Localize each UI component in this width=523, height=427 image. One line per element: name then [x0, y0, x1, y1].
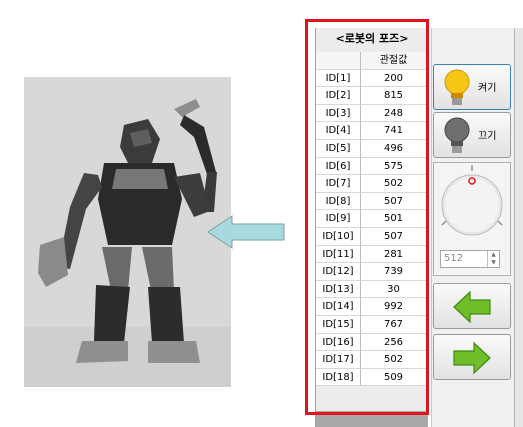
spin-arrows-icon[interactable]: ▲ ▼: [487, 251, 499, 267]
joint-value-cell[interactable]: 575: [361, 157, 427, 176]
table-row: ID[11] 281: [316, 245, 428, 264]
knob-value: 512: [444, 253, 464, 264]
lightbulb-on-icon: [444, 69, 470, 105]
joint-id: ID[4]: [316, 122, 361, 140]
lightbulb-off-icon: [444, 117, 470, 153]
joint-id: ID[5]: [316, 139, 361, 158]
joint-value-cell[interactable]: 502: [361, 351, 427, 369]
joint-value-cell[interactable]: 767: [361, 315, 427, 334]
joint-value-cell[interactable]: 30: [361, 280, 427, 299]
table-row: ID[16] 256: [316, 333, 428, 352]
joint-value-cell[interactable]: 739: [361, 263, 427, 281]
joint-id: ID[1]: [316, 69, 361, 88]
joint-value-grid: 관절값 ID[1] 200 ID[2] 815 ID[3] 248 ID[4] 741 ID[5…: [316, 52, 428, 387]
joint-value-cell[interactable]: 815: [361, 87, 427, 105]
grid-header-value: 관절값: [361, 52, 427, 70]
joint-id: ID[13]: [316, 280, 361, 299]
joint-id: ID[3]: [316, 104, 361, 123]
joint-value-cell[interactable]: 741: [361, 122, 427, 140]
joint-id: ID[18]: [316, 368, 361, 387]
table-row: ID[3] 248: [316, 104, 428, 123]
table-row: ID[4] 741: [316, 122, 428, 140]
joint-id: ID[11]: [316, 245, 361, 264]
table-row: ID[1] 200: [316, 69, 428, 88]
joint-value-cell[interactable]: 496: [361, 139, 427, 158]
table-row: ID[12] 739: [316, 263, 428, 281]
arrow-left-icon: [453, 290, 491, 324]
joint-value-cell[interactable]: 502: [361, 175, 427, 193]
pose-panel-title: <로봇의 포즈>: [335, 32, 409, 45]
grid-empty-area: [316, 411, 428, 427]
knob-value-spinbox[interactable]: 512 ▲ ▼: [440, 250, 500, 268]
joint-id: ID[7]: [316, 175, 361, 193]
table-row: ID[15] 767: [316, 315, 428, 334]
robot-pose-panel: <로봇의 포즈> 관절값 ID[1] 200 ID[2] 815 ID[3] 248 ID[…: [315, 28, 428, 427]
joint-id: ID[9]: [316, 210, 361, 228]
joint-id: ID[16]: [316, 333, 361, 352]
power-on-button[interactable]: 켜기: [433, 64, 511, 110]
table-row: ID[7] 502: [316, 175, 428, 193]
joint-id: ID[14]: [316, 298, 361, 316]
previous-pose-button[interactable]: [433, 283, 511, 329]
joint-id: ID[2]: [316, 87, 361, 105]
joint-value-cell[interactable]: 256: [361, 333, 427, 352]
joint-id: ID[17]: [316, 351, 361, 369]
table-row: ID[2] 815: [316, 87, 428, 105]
grid-header-row: 관절값: [316, 52, 428, 70]
table-row: ID[13] 30: [316, 280, 428, 299]
joint-value-cell[interactable]: 281: [361, 245, 427, 264]
joint-id: ID[8]: [316, 192, 361, 211]
joint-id: ID[15]: [316, 315, 361, 334]
power-on-label: 켜기: [478, 83, 497, 94]
power-off-label: 끄기: [478, 131, 497, 142]
table-row: ID[18] 509: [316, 368, 428, 387]
pointer-arrow-icon: [207, 215, 285, 249]
joint-id: ID[6]: [316, 157, 361, 176]
table-row: ID[9] 501: [316, 210, 428, 228]
table-row: ID[17] 502: [316, 351, 428, 369]
window-edge: [514, 28, 523, 427]
table-row: ID[14] 992: [316, 298, 428, 316]
joint-value-cell[interactable]: 509: [361, 368, 427, 387]
joint-value-cell[interactable]: 248: [361, 104, 427, 123]
rotary-knob[interactable]: [434, 163, 510, 245]
table-row: ID[6] 575: [316, 157, 428, 176]
arrow-right-icon: [453, 341, 491, 375]
grid-header-id: [316, 52, 361, 70]
joint-value-cell[interactable]: 507: [361, 227, 427, 246]
next-pose-button[interactable]: [433, 334, 511, 380]
joint-value-cell[interactable]: 501: [361, 210, 427, 228]
joint-value-cell[interactable]: 200: [361, 69, 427, 88]
table-row: ID[5] 496: [316, 139, 428, 158]
table-row: ID[10] 507: [316, 227, 428, 246]
joint-id: ID[12]: [316, 263, 361, 281]
robot-photo: [24, 77, 231, 387]
power-off-button[interactable]: 끄기: [433, 112, 511, 158]
joint-id: ID[10]: [316, 227, 361, 246]
joint-value-cell[interactable]: 507: [361, 192, 427, 211]
table-row: ID[8] 507: [316, 192, 428, 211]
joint-value-cell[interactable]: 992: [361, 298, 427, 316]
